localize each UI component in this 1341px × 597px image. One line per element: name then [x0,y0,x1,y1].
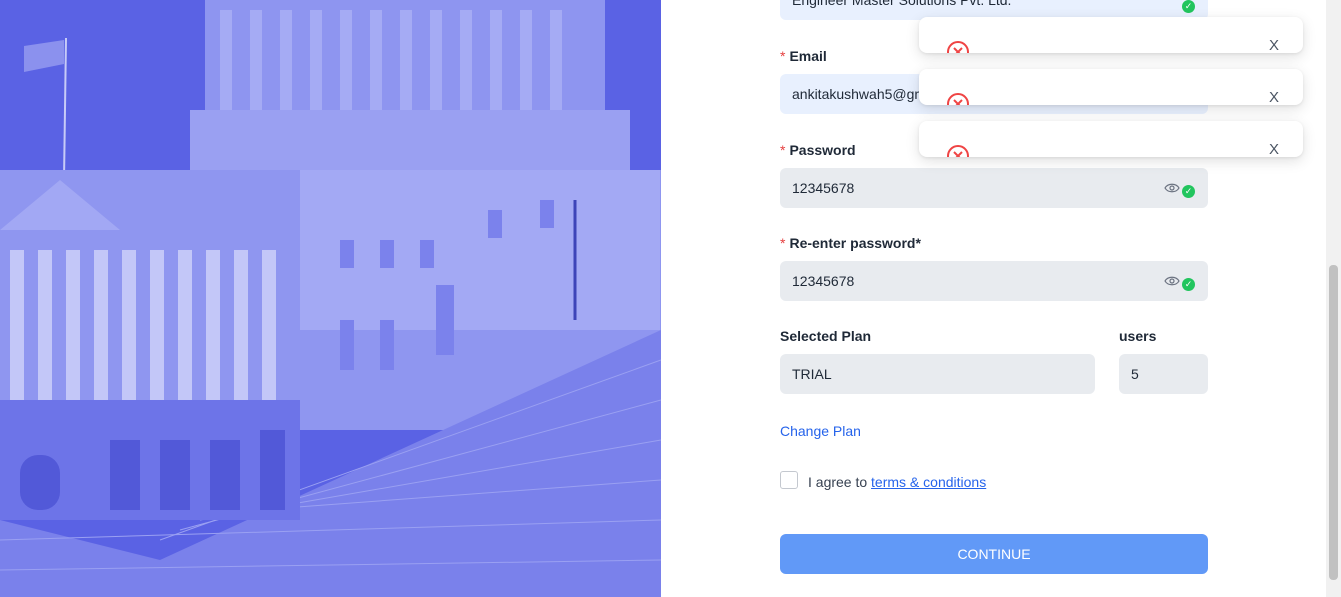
password-label: * Password [780,142,856,158]
selected-plan-value: TRIAL [792,366,832,382]
email-value: ankitakushwah5@gm [792,86,927,102]
error-toast: X [919,121,1303,157]
company-value: Engineer Master Solutions Pvt. Ltd. [792,0,1012,8]
reenter-password-label: * Re-enter password* [780,235,921,251]
users-label: users [1119,328,1157,344]
hero-image [0,0,661,597]
password-field[interactable]: 12345678 ✓ [780,168,1208,208]
users-field[interactable]: 5 [1119,354,1208,394]
terms-link[interactable]: terms & conditions [871,474,986,490]
show-password-eye-icon[interactable] [1164,182,1180,194]
users-value: 5 [1131,366,1139,382]
continue-button[interactable]: CONTINUE [780,534,1208,574]
success-check-icon: ✓ [1182,278,1195,291]
close-icon[interactable]: X [1269,37,1279,53]
success-check-icon: ✓ [1182,0,1195,13]
terms-checkbox[interactable] [780,471,798,489]
show-password-eye-icon[interactable] [1164,275,1180,287]
terms-text: I agree to terms & conditions [808,474,987,490]
scrollbar-thumb[interactable] [1329,265,1338,580]
selected-plan-label: Selected Plan [780,328,872,344]
error-icon [947,93,969,105]
close-icon[interactable]: X [1269,141,1279,157]
error-toast: X [919,69,1303,105]
error-icon [947,145,969,157]
email-label: * Email [780,48,827,64]
page-scrollbar[interactable] [1326,0,1341,597]
error-icon [947,41,969,53]
capitol-building-illustration [0,0,661,597]
reenter-password-value: 12345678 [792,273,855,289]
selected-plan-field: TRIAL [780,354,1095,394]
password-value: 12345678 [792,180,855,196]
reenter-password-field[interactable]: 12345678 ✓ [780,261,1208,301]
error-toast: X [919,17,1303,53]
change-plan-link[interactable]: Change Plan [780,423,861,439]
success-check-icon: ✓ [1182,185,1195,198]
close-icon[interactable]: X [1269,89,1279,105]
